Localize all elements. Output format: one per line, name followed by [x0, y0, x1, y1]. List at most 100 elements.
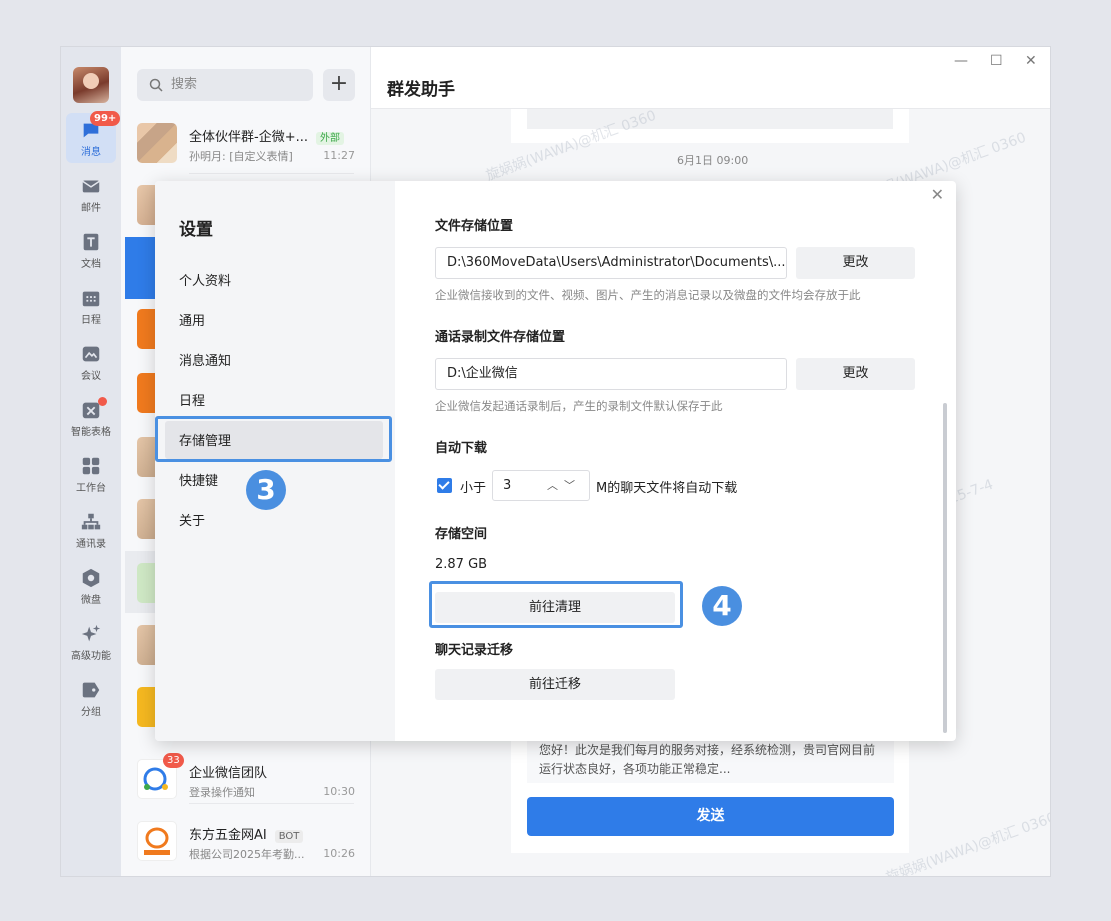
- rail-item-mail[interactable]: 邮件: [66, 169, 116, 219]
- org-chart-icon: [81, 513, 101, 530]
- auto-download-prefix: 小于: [460, 481, 487, 496]
- nav-item-about[interactable]: 关于: [179, 510, 205, 529]
- tag-icon: [82, 682, 100, 698]
- chat-header: 群发助手 — ☐ ✕: [371, 47, 1050, 109]
- meeting-icon: [82, 346, 100, 362]
- conversation-preview: 根据公司2025年考勤...: [189, 848, 305, 861]
- add-button[interactable]: +: [323, 69, 355, 101]
- search-icon: [149, 78, 163, 92]
- sparkle-icon: [81, 624, 101, 642]
- notification-dot: [98, 397, 107, 406]
- drive-icon: [82, 568, 100, 588]
- download-size-value: 3: [503, 478, 512, 493]
- conversation-name: 全体伙伴群-企微+... 外部: [189, 126, 344, 145]
- call-recording-hint: 企业微信发起通话录制后，产生的录制文件默认保存于此: [435, 399, 723, 413]
- conversation-name: 企业微信团队: [189, 766, 268, 781]
- unread-badge: 33: [163, 753, 184, 768]
- storage-size: 2.87 GB: [435, 557, 488, 572]
- unread-badge: 99+: [90, 111, 121, 126]
- nav-item-schedule[interactable]: 日程: [179, 390, 205, 409]
- card-button[interactable]: [527, 109, 893, 129]
- auto-download-checkbox[interactable]: [437, 478, 452, 493]
- divider: [189, 173, 354, 174]
- minimize-button[interactable]: —: [954, 53, 968, 69]
- file-storage-hint: 企业微信接收到的文件、视频、图片、产生的消息记录以及微盘的文件均会存放于此: [435, 288, 861, 302]
- conversation-name: 东方五金网AI BOT: [189, 824, 304, 843]
- rail-label-calendar: 日程: [81, 315, 101, 326]
- nav-rail: 消息 99+ 邮件 文档 日程 会议 智能表格 工作台 通讯录 微盘 高级功能 …: [61, 47, 121, 876]
- close-button[interactable]: ✕: [1025, 53, 1037, 69]
- stepper-arrows-icon[interactable]: ︿﹀: [547, 471, 581, 500]
- change-file-path-button[interactable]: 更改: [796, 247, 915, 279]
- file-storage-path-field[interactable]: D:\360MoveData\Users\Administrator\Docum…: [435, 247, 787, 279]
- rail-item-meeting[interactable]: 会议: [66, 337, 116, 387]
- settings-content: ✕ 文件存储位置 D:\360MoveData\Users\Administra…: [395, 181, 956, 741]
- rail-item-messages[interactable]: 消息 99+: [66, 111, 121, 163]
- go-migrate-button[interactable]: 前往迁移: [435, 669, 675, 700]
- rail-item-workbench[interactable]: 工作台: [66, 449, 116, 499]
- rail-label-groups: 分组: [81, 707, 101, 718]
- rail-label-docs: 文档: [81, 259, 101, 270]
- list-item[interactable]: 东方五金网AI BOT 根据公司2025年考勤... 10:26: [121, 809, 371, 871]
- auto-download-suffix: M的聊天文件将自动下载: [596, 481, 738, 496]
- search-input[interactable]: 搜索: [137, 69, 313, 101]
- settings-title: 设置: [179, 220, 213, 240]
- conversation-time: 10:30: [323, 785, 355, 798]
- nav-item-shortcuts[interactable]: 快捷键: [179, 470, 218, 489]
- rail-label-messages: 消息: [81, 147, 101, 158]
- call-recording-title: 通话录制文件存储位置: [435, 330, 566, 345]
- migration-title: 聊天记录迁移: [435, 643, 514, 658]
- divider: [189, 803, 354, 804]
- highlight-storage-nav: [155, 416, 392, 462]
- user-avatar[interactable]: [73, 67, 109, 103]
- rail-label-advanced: 高级功能: [71, 651, 111, 662]
- list-item[interactable]: 全体伙伴群-企微+... 外部 孙明月: [自定义表情] 11:27: [121, 111, 371, 173]
- rail-item-drive[interactable]: 微盘: [66, 561, 116, 611]
- rail-label-meeting: 会议: [81, 371, 101, 382]
- conversation-time: 11:27: [323, 149, 355, 162]
- nav-item-profile[interactable]: 个人资料: [179, 270, 231, 289]
- rail-label-drive: 微盘: [81, 595, 101, 606]
- auto-download-title: 自动下载: [435, 441, 488, 456]
- rail-item-contacts[interactable]: 通讯录: [66, 505, 116, 555]
- message-preview: 您好！此次是我们每月的服务对接，经系统检测，贵司官网目前运行状态良好，各项功能正…: [527, 737, 894, 783]
- step-badge-4: 4: [702, 586, 742, 626]
- grid-icon: [82, 457, 100, 475]
- rail-item-advanced[interactable]: 高级功能: [66, 617, 116, 667]
- file-storage-title: 文件存储位置: [435, 219, 514, 234]
- download-size-stepper[interactable]: 3 ︿﹀: [492, 470, 590, 501]
- rail-item-smart-sheet[interactable]: 智能表格: [66, 393, 116, 443]
- rail-label-workbench: 工作台: [76, 483, 106, 494]
- rail-label-contacts: 通讯录: [76, 539, 106, 550]
- step-badge-3: 3: [246, 470, 286, 510]
- bot-avatar: [137, 821, 177, 861]
- nav-item-general[interactable]: 通用: [179, 310, 205, 329]
- external-tag: 外部: [315, 132, 344, 145]
- rail-label-mail: 邮件: [81, 203, 101, 214]
- message-timestamp: 6月1日 09:00: [677, 154, 749, 167]
- mail-icon: [82, 180, 100, 193]
- rail-item-groups[interactable]: 分组: [66, 673, 116, 723]
- highlight-clean-button: [429, 581, 683, 628]
- conversation-preview: 孙明月: [自定义表情]: [189, 150, 293, 163]
- bot-tag: BOT: [274, 830, 304, 843]
- storage-space-title: 存储空间: [435, 527, 488, 542]
- scrollbar[interactable]: [943, 403, 947, 733]
- document-icon: [83, 233, 99, 251]
- conversation-preview: 登录操作通知: [189, 786, 255, 799]
- calendar-icon: [82, 291, 100, 307]
- rail-item-calendar[interactable]: 日程: [66, 281, 116, 331]
- nav-item-notifications[interactable]: 消息通知: [179, 350, 231, 369]
- conversation-time: 10:26: [323, 847, 355, 860]
- maximize-button[interactable]: ☐: [990, 53, 1003, 69]
- send-button[interactable]: 发送: [527, 797, 894, 836]
- rail-item-docs[interactable]: 文档: [66, 225, 116, 275]
- dialog-close-icon[interactable]: ✕: [931, 185, 944, 204]
- group-avatar: [137, 123, 177, 163]
- call-recording-path-field[interactable]: D:\企业微信: [435, 358, 787, 390]
- change-recording-path-button[interactable]: 更改: [796, 358, 915, 390]
- chat-title: 群发助手: [387, 80, 455, 100]
- list-item[interactable]: 33 企业微信团队 登录操作通知 10:30: [121, 747, 371, 809]
- rail-label-smart-sheet: 智能表格: [71, 427, 111, 438]
- hardware-logo-icon: [144, 827, 170, 855]
